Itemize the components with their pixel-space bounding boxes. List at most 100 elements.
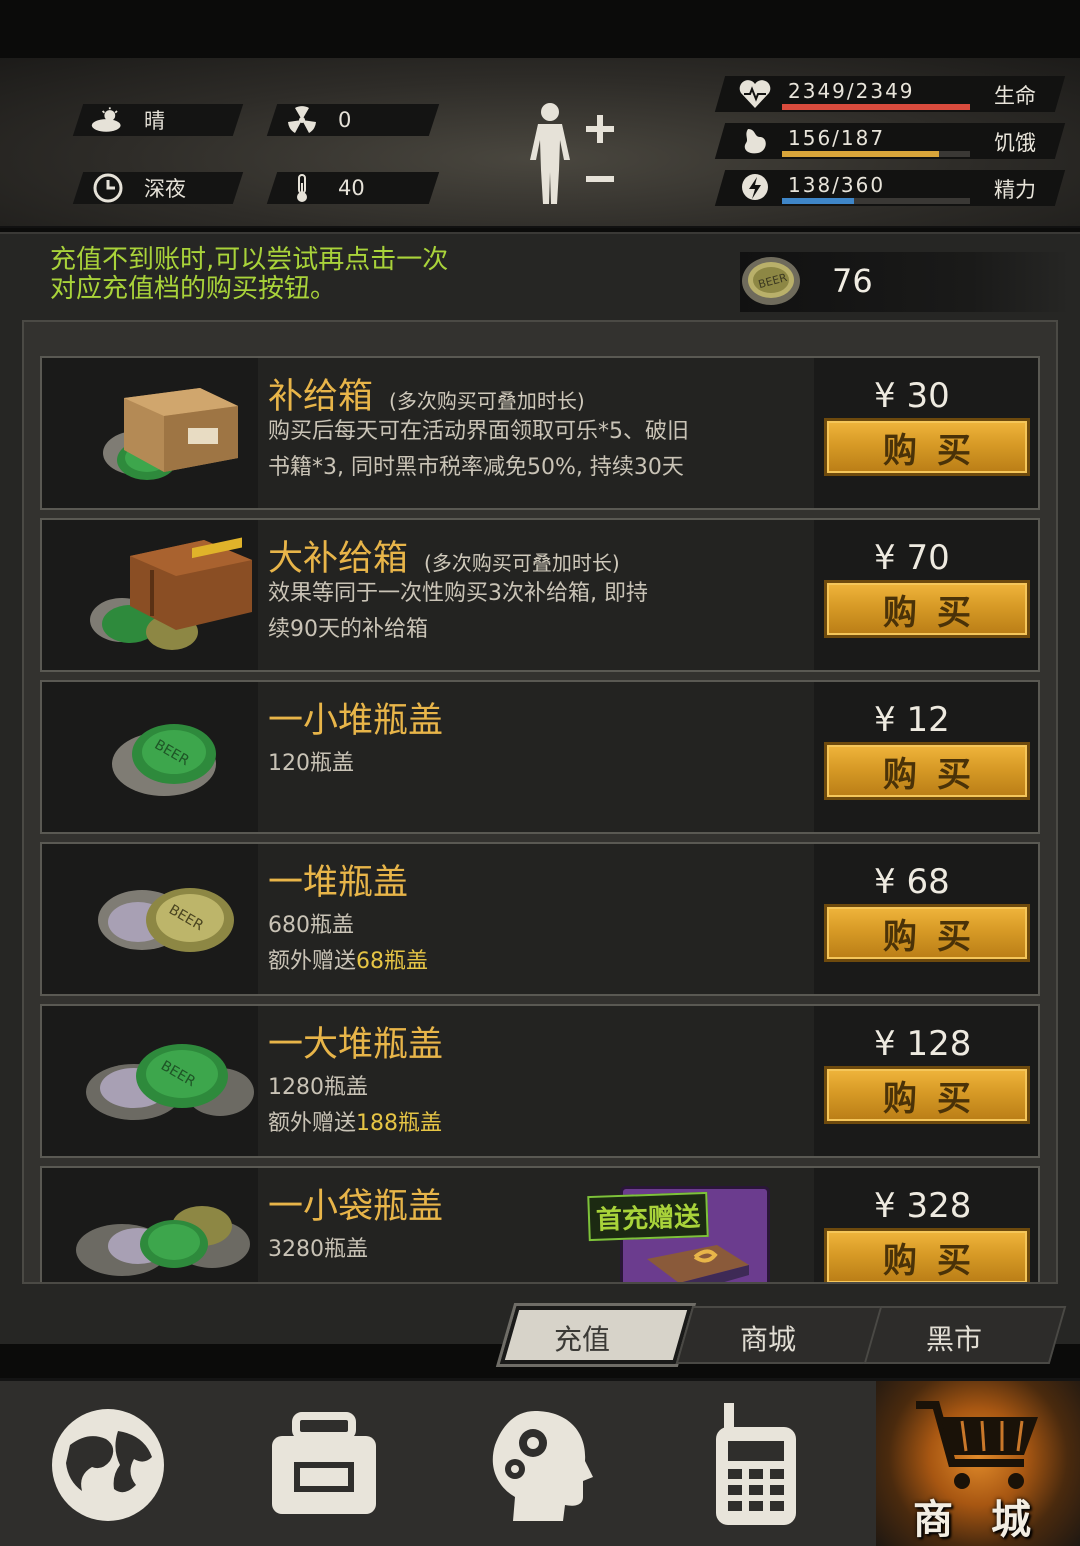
product-image: BEER (42, 1006, 258, 1156)
product-price: ¥ 128 (874, 1024, 972, 1064)
bottom-nav: 商 城 (0, 1378, 1080, 1546)
product-card: 一小袋瓶盖 3280瓶盖 首充赠送 ¥ 328 购买 (40, 1166, 1040, 1282)
status-hud: 晴 0 深夜 40 2349/2349 生命 156/187 饥饿 138/36… (0, 58, 1080, 228)
product-card: BEER 一小堆瓶盖 120瓶盖 ¥ 12 购买 (40, 680, 1040, 834)
product-price: ¥ 30 (874, 376, 950, 416)
product-bonus: 额外赠送188瓶盖 (268, 1111, 443, 1136)
cap-pile-icon: BEER (98, 888, 234, 952)
product-desc-line-2: 书籍*3, 同时黑市税率减免50%, 持续30天 (268, 455, 684, 480)
first-recharge-badge: 首充赠送 (587, 1191, 709, 1242)
product-image (42, 358, 258, 508)
bottle-cap-icon: BEER (742, 257, 800, 305)
tab-black-market-label: 黑市 (926, 1323, 983, 1356)
health-value: 2349/2349 (788, 79, 915, 103)
buy-button[interactable]: 购买 (824, 1066, 1030, 1124)
product-title: 补给箱 (多次购买可叠加时长) (268, 377, 585, 417)
product-note: (多次购买可叠加时长) (389, 389, 585, 413)
product-card: 补给箱 (多次购买可叠加时长) 购买后每天可在活动界面领取可乐*5、破旧 书籍*3… (40, 356, 1040, 510)
product-title: 一堆瓶盖 (268, 863, 409, 903)
product-price: ¥ 12 (874, 700, 950, 740)
product-bonus: 额外赠送68瓶盖 (268, 949, 429, 974)
backpack-icon (272, 1412, 376, 1514)
product-title: 大补给箱 (多次购买可叠加时长) (268, 539, 620, 579)
product-desc-line-2: 续90天的补给箱 (268, 617, 428, 642)
hunger-label: 饥饿 (994, 131, 1036, 155)
tab-mall-label: 商城 (740, 1323, 797, 1356)
product-note: (多次购买可叠加时长) (424, 551, 620, 575)
notice-line-1: 充值不到账时,可以尝试再点击一次 (50, 245, 449, 275)
nav-skills-button[interactable] (432, 1381, 648, 1546)
radiation-icon (284, 106, 320, 134)
small-cap-pile-icon: BEER (112, 724, 216, 796)
recharge-notice: 充值不到账时,可以尝试再点击一次 对应充值档的购买按钮。 (50, 246, 448, 304)
product-card: BEER 一堆瓶盖 680瓶盖 额外赠送68瓶盖 ¥ 68 购买 (40, 842, 1040, 996)
nav-map-button[interactable] (0, 1381, 216, 1546)
currency-amount: 76 (832, 262, 873, 300)
energy-bar (782, 198, 970, 204)
product-title: 一小堆瓶盖 (268, 701, 444, 741)
cap-bag-icon (76, 1206, 250, 1276)
buy-button[interactable]: 购买 (824, 1228, 1030, 1282)
nav-shop-button[interactable]: 商 城 (876, 1381, 1080, 1546)
radiation-value: 0 (338, 108, 352, 132)
time-indicator: 深夜 (90, 172, 186, 204)
notice-line-2: 对应充值档的购买按钮。 (50, 274, 337, 304)
heart-icon (739, 80, 771, 108)
time-value: 深夜 (144, 177, 186, 201)
health-stat: 2349/2349 生命 (714, 76, 1070, 112)
temperature-value: 40 (338, 176, 365, 200)
sun-cloud-icon (90, 106, 126, 134)
buy-button[interactable]: 购买 (824, 742, 1030, 800)
shop-panel: 充值不到账时,可以尝试再点击一次 对应充值档的购买按钮。 BEER 76 补给箱… (0, 232, 1080, 1344)
product-image: BEER (42, 844, 258, 994)
tab-recharge-label: 充值 (554, 1323, 611, 1356)
health-label: 生命 (994, 84, 1036, 108)
buy-button[interactable]: 购买 (824, 580, 1030, 638)
product-title: 一大堆瓶盖 (268, 1025, 444, 1065)
currency-display: BEER 76 (740, 252, 1070, 312)
product-price: ¥ 68 (874, 862, 950, 902)
hunger-stat: 156/187 饥饿 (714, 123, 1070, 159)
product-desc-line-1: 3280瓶盖 (268, 1237, 368, 1262)
energy-label: 精力 (994, 178, 1036, 202)
hunger-bar (782, 151, 970, 157)
product-desc-line-1: 120瓶盖 (268, 751, 354, 776)
energy-value: 138/360 (788, 173, 886, 197)
weather-indicator: 晴 (90, 104, 165, 136)
character-body-button[interactable] (520, 98, 630, 212)
large-supply-crate-icon (90, 537, 252, 650)
nav-radio-button[interactable] (648, 1381, 864, 1546)
product-desc-line-1: 购买后每天可在活动界面领取可乐*5、破旧 (268, 419, 689, 444)
product-image (42, 1168, 258, 1282)
hunger-value: 156/187 (788, 126, 886, 150)
product-desc-line-1: 680瓶盖 (268, 913, 354, 938)
nav-inventory-button[interactable] (216, 1381, 432, 1546)
large-cap-pile-icon: BEER (86, 1044, 254, 1120)
product-title: 一小袋瓶盖 (268, 1187, 444, 1227)
product-price: ¥ 328 (874, 1186, 972, 1226)
radio-icon (716, 1403, 796, 1525)
product-desc-line-1: 1280瓶盖 (268, 1075, 368, 1100)
energy-stat: 138/360 精力 (714, 170, 1070, 206)
brain-gear-icon (492, 1411, 593, 1521)
thermometer-icon (284, 174, 320, 202)
body-figure-icon (530, 103, 614, 204)
buy-button[interactable]: 购买 (824, 418, 1030, 476)
temperature-indicator: 40 (284, 172, 365, 204)
radiation-indicator: 0 (284, 104, 351, 136)
nav-shop-label: 商 城 (913, 1497, 1043, 1543)
energy-icon (742, 174, 768, 200)
shop-tabs: 充值 商城 黑市 (486, 1306, 1067, 1364)
product-desc-line-1: 效果等同于一次性购买3次补给箱, 即持 (268, 581, 648, 606)
cart-icon (916, 1401, 1038, 1489)
product-card: 大补给箱 (多次购买可叠加时长) 效果等同于一次性购买3次补给箱, 即持 续90天… (40, 518, 1040, 672)
globe-icon (52, 1409, 164, 1521)
product-price: ¥ 70 (874, 538, 950, 578)
product-list[interactable]: 补给箱 (多次购买可叠加时长) 购买后每天可在活动界面领取可乐*5、破旧 书籍*3… (22, 320, 1058, 1284)
clock-icon (90, 173, 126, 203)
buy-button[interactable]: 购买 (824, 904, 1030, 962)
stomach-icon (744, 129, 766, 154)
product-image: BEER (42, 682, 258, 832)
health-bar (782, 104, 970, 110)
product-image (42, 520, 258, 670)
